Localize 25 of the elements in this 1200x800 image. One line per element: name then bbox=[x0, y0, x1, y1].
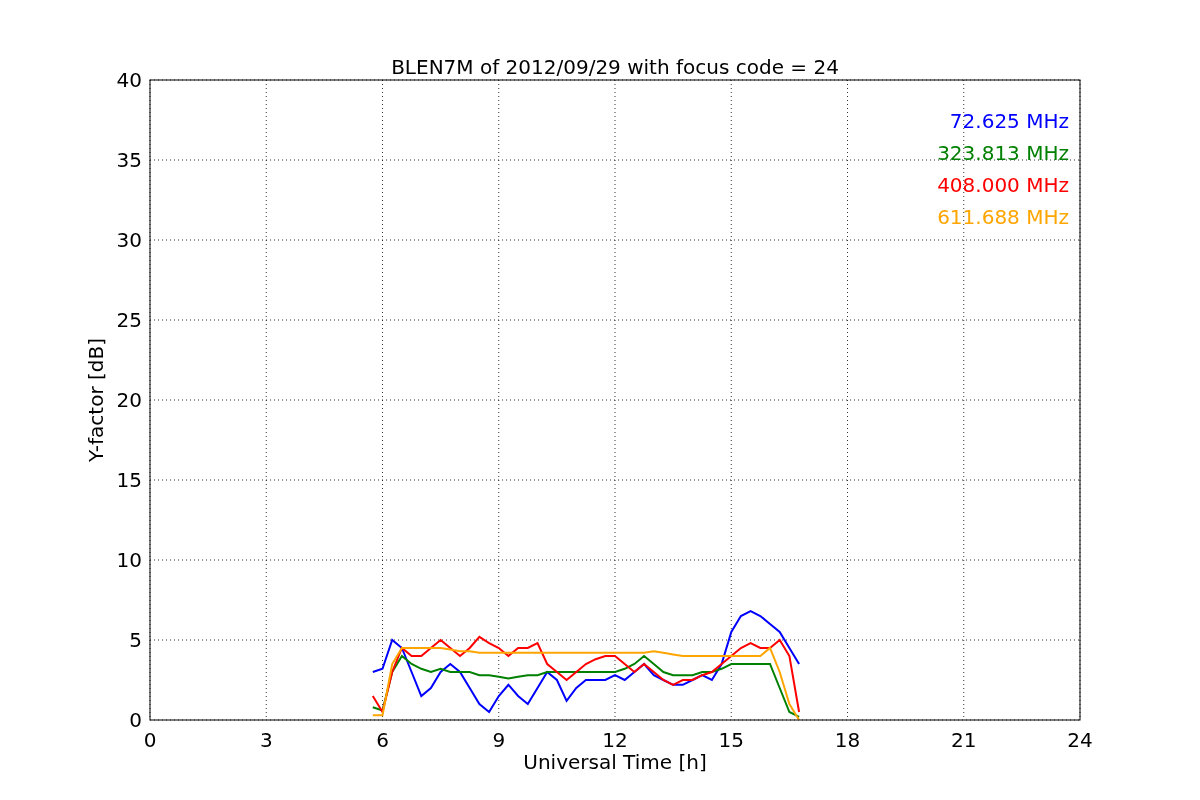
tick-label: 40 bbox=[116, 68, 142, 92]
tick-label: 6 bbox=[376, 728, 389, 752]
legend-label: 72.625 MHz bbox=[949, 109, 1069, 133]
tick-label: 21 bbox=[951, 728, 977, 752]
legend-label: 611.688 MHz bbox=[937, 205, 1069, 229]
tick-label: 12 bbox=[602, 728, 628, 752]
tick-label: 15 bbox=[718, 728, 744, 752]
legend-label: 408.000 MHz bbox=[937, 173, 1069, 197]
tick-label: 24 bbox=[1067, 728, 1093, 752]
tick-label: 20 bbox=[116, 388, 142, 412]
tick-label: 3 bbox=[259, 728, 273, 752]
chart-title: BLEN7M of 2012/09/29 with focus code = 24 bbox=[391, 55, 839, 79]
tick-label: 30 bbox=[116, 228, 142, 252]
tick-label: 0 bbox=[129, 708, 142, 732]
tick-label: 35 bbox=[116, 148, 142, 172]
tick-label: 18 bbox=[834, 728, 861, 752]
x-axis-label: Universal Time [h] bbox=[523, 750, 707, 774]
tick-label: 9 bbox=[492, 728, 506, 752]
tick-label: 15 bbox=[116, 468, 142, 492]
tick-label: 0 bbox=[143, 728, 157, 752]
tick-label: 10 bbox=[116, 548, 142, 572]
legend-label: 323.813 MHz bbox=[937, 141, 1069, 165]
tick-label: 25 bbox=[116, 308, 142, 332]
tick-label: 5 bbox=[129, 628, 142, 652]
y-axis-label: Y-factor [dB] bbox=[84, 338, 108, 462]
